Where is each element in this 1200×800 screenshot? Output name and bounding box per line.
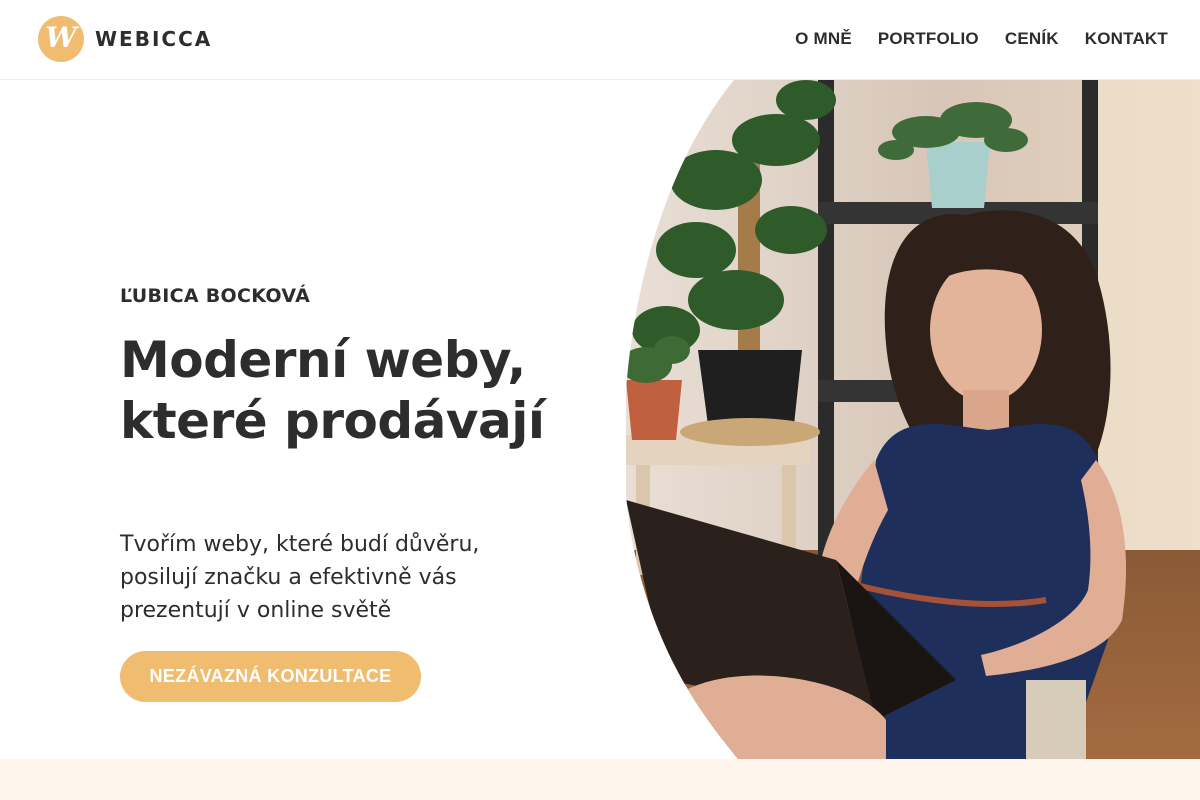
hero-headline: Moderní weby, které prodávají: [120, 331, 545, 450]
nav-item-cenik[interactable]: CENÍK: [1005, 29, 1059, 49]
logo-icon: W: [38, 16, 84, 62]
nav-item-portfolio[interactable]: PORTFOLIO: [878, 29, 979, 49]
hero-photo: [626, 80, 1200, 759]
hero-section: ĽUBICA BOCKOVÁ Moderní weby, které prodá…: [0, 80, 1200, 759]
logo-letter: W: [45, 21, 77, 54]
nav-item-o-mne[interactable]: O MNĚ: [795, 29, 852, 49]
author-name: ĽUBICA BOCKOVÁ: [120, 285, 311, 307]
hero-subtext: Tvořím weby, které budí důvěru, posilují…: [120, 532, 480, 623]
site-header: W WEBICCA O MNĚ PORTFOLIO CENÍK KONTAKT: [0, 0, 1200, 80]
logo-text: WEBICCA: [95, 27, 213, 51]
main-nav: O MNĚ PORTFOLIO CENÍK KONTAKT: [795, 29, 1168, 49]
next-section-band: [0, 759, 1200, 800]
logo-link[interactable]: W WEBICCA: [38, 16, 212, 62]
nav-item-kontakt[interactable]: KONTAKT: [1085, 29, 1168, 49]
consultation-button[interactable]: NEZÁVAZNÁ KONZULTACE: [120, 651, 421, 702]
